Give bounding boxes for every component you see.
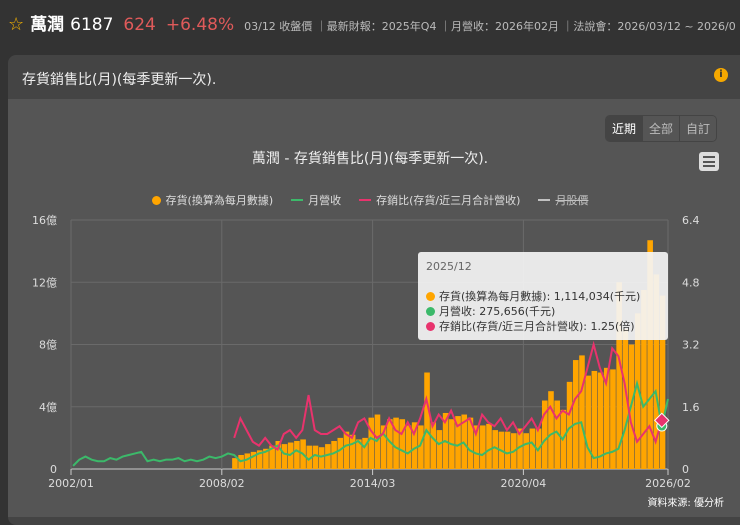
x-tick-label: 2008/02: [199, 477, 245, 490]
x-tick-label: 2002/01: [48, 477, 94, 490]
right-tick-label: 4.8: [682, 276, 700, 289]
inventory-bar: [430, 422, 437, 469]
tooltip: 2025/12 存貨(換算為每月數據): 1,114,034(千元) 月營收: …: [418, 252, 668, 340]
inventory-bar: [281, 444, 288, 469]
inventory-bar: [610, 369, 616, 469]
inventory-bar: [368, 417, 375, 469]
dot-icon: [426, 292, 435, 301]
inventory-bar: [436, 430, 443, 469]
tooltip-revenue: 月營收: 275,656(千元): [439, 305, 556, 318]
inventory-bar: [405, 425, 412, 469]
right-tick-label: 1.6: [682, 401, 700, 414]
inventory-bar: [244, 453, 251, 469]
x-tick-label: 2026/02: [645, 477, 691, 490]
left-tick-label: 8億: [39, 339, 57, 352]
tooltip-date: 2025/12: [426, 260, 472, 273]
tooltip-ratio: 存銷比(存貨/近三月合計營收): 1.25(倍): [439, 320, 635, 333]
left-tick-label: 4億: [39, 401, 57, 414]
inventory-bar: [331, 440, 337, 469]
left-tick-label: 0: [50, 463, 57, 476]
left-tick-label: 16億: [32, 214, 57, 227]
inventory-bar: [312, 445, 319, 469]
inventory-bar: [424, 372, 430, 469]
inventory-bar: [374, 414, 381, 469]
inventory-bar: [480, 425, 486, 469]
inventory-bar: [529, 428, 536, 469]
tooltip-inventory: 存貨(換算為每月數據): 1,114,034(千元): [439, 290, 641, 303]
inventory-bar: [399, 419, 406, 469]
inventory-bar: [294, 440, 300, 469]
inventory-bar: [393, 417, 399, 469]
inventory-bar: [585, 375, 591, 469]
inventory-bar: [343, 431, 350, 469]
inventory-bar: [325, 444, 331, 469]
inventory-bar: [486, 423, 492, 469]
dot-icon: [426, 322, 435, 331]
inventory-bar: [579, 355, 585, 469]
x-tick-label: 2014/03: [350, 477, 396, 490]
inventory-bar: [318, 447, 325, 469]
left-tick-label: 12億: [32, 276, 57, 289]
inventory-bar: [548, 391, 554, 469]
right-tick-label: 6.4: [682, 214, 700, 227]
data-source: 資料來源: 優分析: [647, 498, 724, 509]
inventory-bar: [337, 437, 344, 469]
dot-icon: [426, 307, 435, 316]
inventory-bar: [504, 431, 511, 469]
x-tick-label: 2020/04: [501, 477, 547, 490]
inventory-bar: [232, 458, 238, 469]
inventory-bar: [287, 442, 294, 469]
right-tick-label: 3.2: [682, 339, 700, 352]
inventory-bar: [349, 434, 356, 469]
inventory-bar: [572, 360, 579, 469]
inventory-bar: [523, 433, 529, 469]
right-tick-label: 0: [682, 463, 689, 476]
